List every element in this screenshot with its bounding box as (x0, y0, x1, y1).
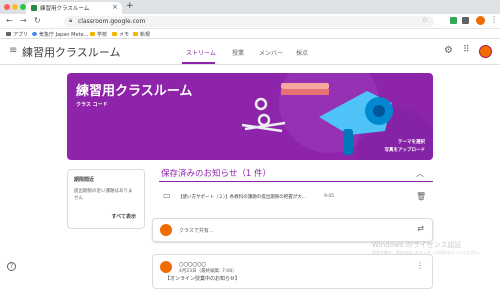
trash-icon[interactable]: 🗑︎ (416, 192, 426, 201)
browser-tab-strip: 練習用クラスルーム × + (0, 0, 500, 14)
saved-announcements-title[interactable]: 保存済みのお知らせ（1 件） (161, 167, 271, 179)
bookmarks-bar: アプリ 気象庁 Japan Mete... 学校 メモ 新規 (0, 29, 500, 39)
class-code-label[interactable]: クラス コード (76, 101, 108, 108)
extension-icon[interactable] (450, 17, 457, 24)
share-placeholder[interactable]: クラスで共有... (179, 227, 214, 234)
active-tab-indicator (182, 62, 215, 64)
close-window-button[interactable] (4, 4, 10, 10)
activation-watermark: Windows のライセンス認証 (372, 241, 462, 249)
tab-grades[interactable]: 採点 (296, 48, 308, 57)
tab-people[interactable]: メンバー (259, 48, 283, 57)
bookmark-item[interactable]: 気象庁 Japan Mete... (32, 31, 88, 38)
url-text: classroom.google.com (78, 17, 146, 25)
avatar (160, 261, 172, 273)
share-with-class-box[interactable]: クラスで共有... ⇄ (152, 218, 433, 242)
view-all-link[interactable]: すべて表示 (112, 213, 136, 220)
more-options-icon[interactable]: ⋮ (416, 261, 424, 270)
class-banner: 練習用クラスルーム クラス コード テーマを選択 写真をアップロード (67, 73, 433, 160)
saved-notice-time: 9:05 (324, 194, 335, 199)
avatar (160, 224, 172, 236)
main-menu-icon[interactable]: ≡ (9, 45, 17, 56)
minimize-window-button[interactable] (12, 4, 18, 10)
upcoming-body: 提出期限の近い課題はありません (74, 189, 133, 201)
apps-grid-icon[interactable]: ⠿ (463, 45, 470, 55)
classroom-header: ≡ 練習用クラスルーム ストリーム 授業 メンバー 採点 ⚙ ⠿ (0, 39, 500, 65)
tab-close-icon[interactable]: × (112, 3, 118, 11)
new-tab-button[interactable]: + (126, 1, 134, 11)
extension-icon[interactable] (462, 17, 469, 24)
lock-icon: 🔒︎ (69, 17, 73, 24)
saved-notice-text[interactable]: 【使い方サポート（２）】各教科の課題の提出期限の把握が大... (178, 194, 306, 200)
repost-icon[interactable]: ⇄ (417, 224, 424, 233)
select-theme-link[interactable]: テーマを選択 (398, 139, 425, 145)
upload-photo-link[interactable]: 写真をアップロード (385, 147, 426, 153)
forward-icon[interactable]: → (20, 16, 27, 25)
bookmark-item[interactable]: アプリ (6, 31, 28, 38)
banner-title: 練習用クラスルーム (76, 84, 193, 99)
help-icon[interactable]: ? (7, 262, 16, 271)
tab-stream[interactable]: ストリーム (186, 48, 216, 57)
announcement-icon: ▭ (163, 191, 171, 200)
browser-tab[interactable]: 練習用クラスルーム × (26, 2, 122, 14)
back-icon[interactable]: ← (6, 16, 13, 25)
scissors-icon (241, 97, 286, 133)
bookmark-item[interactable]: メモ (112, 31, 129, 38)
upcoming-card: 期限間近 提出期限の近い課題はありません すべて表示 (67, 169, 145, 229)
stream-post: 〇〇〇〇〇〇 4月23日（最終編集: 7:08） 【オンライン授業中のお知らせ】… (152, 254, 433, 289)
address-bar[interactable]: 🔒︎ classroom.google.com ☆ (64, 16, 434, 27)
reload-icon[interactable]: ↻ (34, 16, 41, 25)
bookmark-item[interactable]: 学校 (90, 31, 107, 38)
classroom-favicon-icon (31, 5, 37, 11)
profile-avatar[interactable] (476, 16, 485, 25)
account-avatar[interactable] (479, 45, 492, 58)
comb-icon (281, 83, 329, 95)
browser-menu-icon[interactable]: ⋮ (490, 15, 498, 24)
class-name[interactable]: 練習用クラスルーム (22, 44, 120, 60)
settings-gear-icon[interactable]: ⚙ (444, 45, 453, 56)
browser-toolbar: ← → ↻ 🔒︎ classroom.google.com ☆ (0, 14, 500, 29)
divider (159, 181, 433, 182)
bookmark-star-icon[interactable]: ☆ (422, 16, 428, 24)
bookmark-item[interactable]: 新規 (133, 31, 150, 38)
upcoming-title: 期限間近 (74, 177, 95, 183)
post-date: 4月23日（最終編集: 7:08） (179, 269, 237, 274)
activation-watermark-detail: 設定を開き、Windows のライセンス認証を行ってください。 (372, 250, 483, 255)
collapse-chevron-icon[interactable]: ︿ (416, 168, 424, 179)
tab-classwork[interactable]: 授業 (232, 48, 244, 57)
browser-tab-title: 練習用クラスルーム (40, 6, 90, 12)
